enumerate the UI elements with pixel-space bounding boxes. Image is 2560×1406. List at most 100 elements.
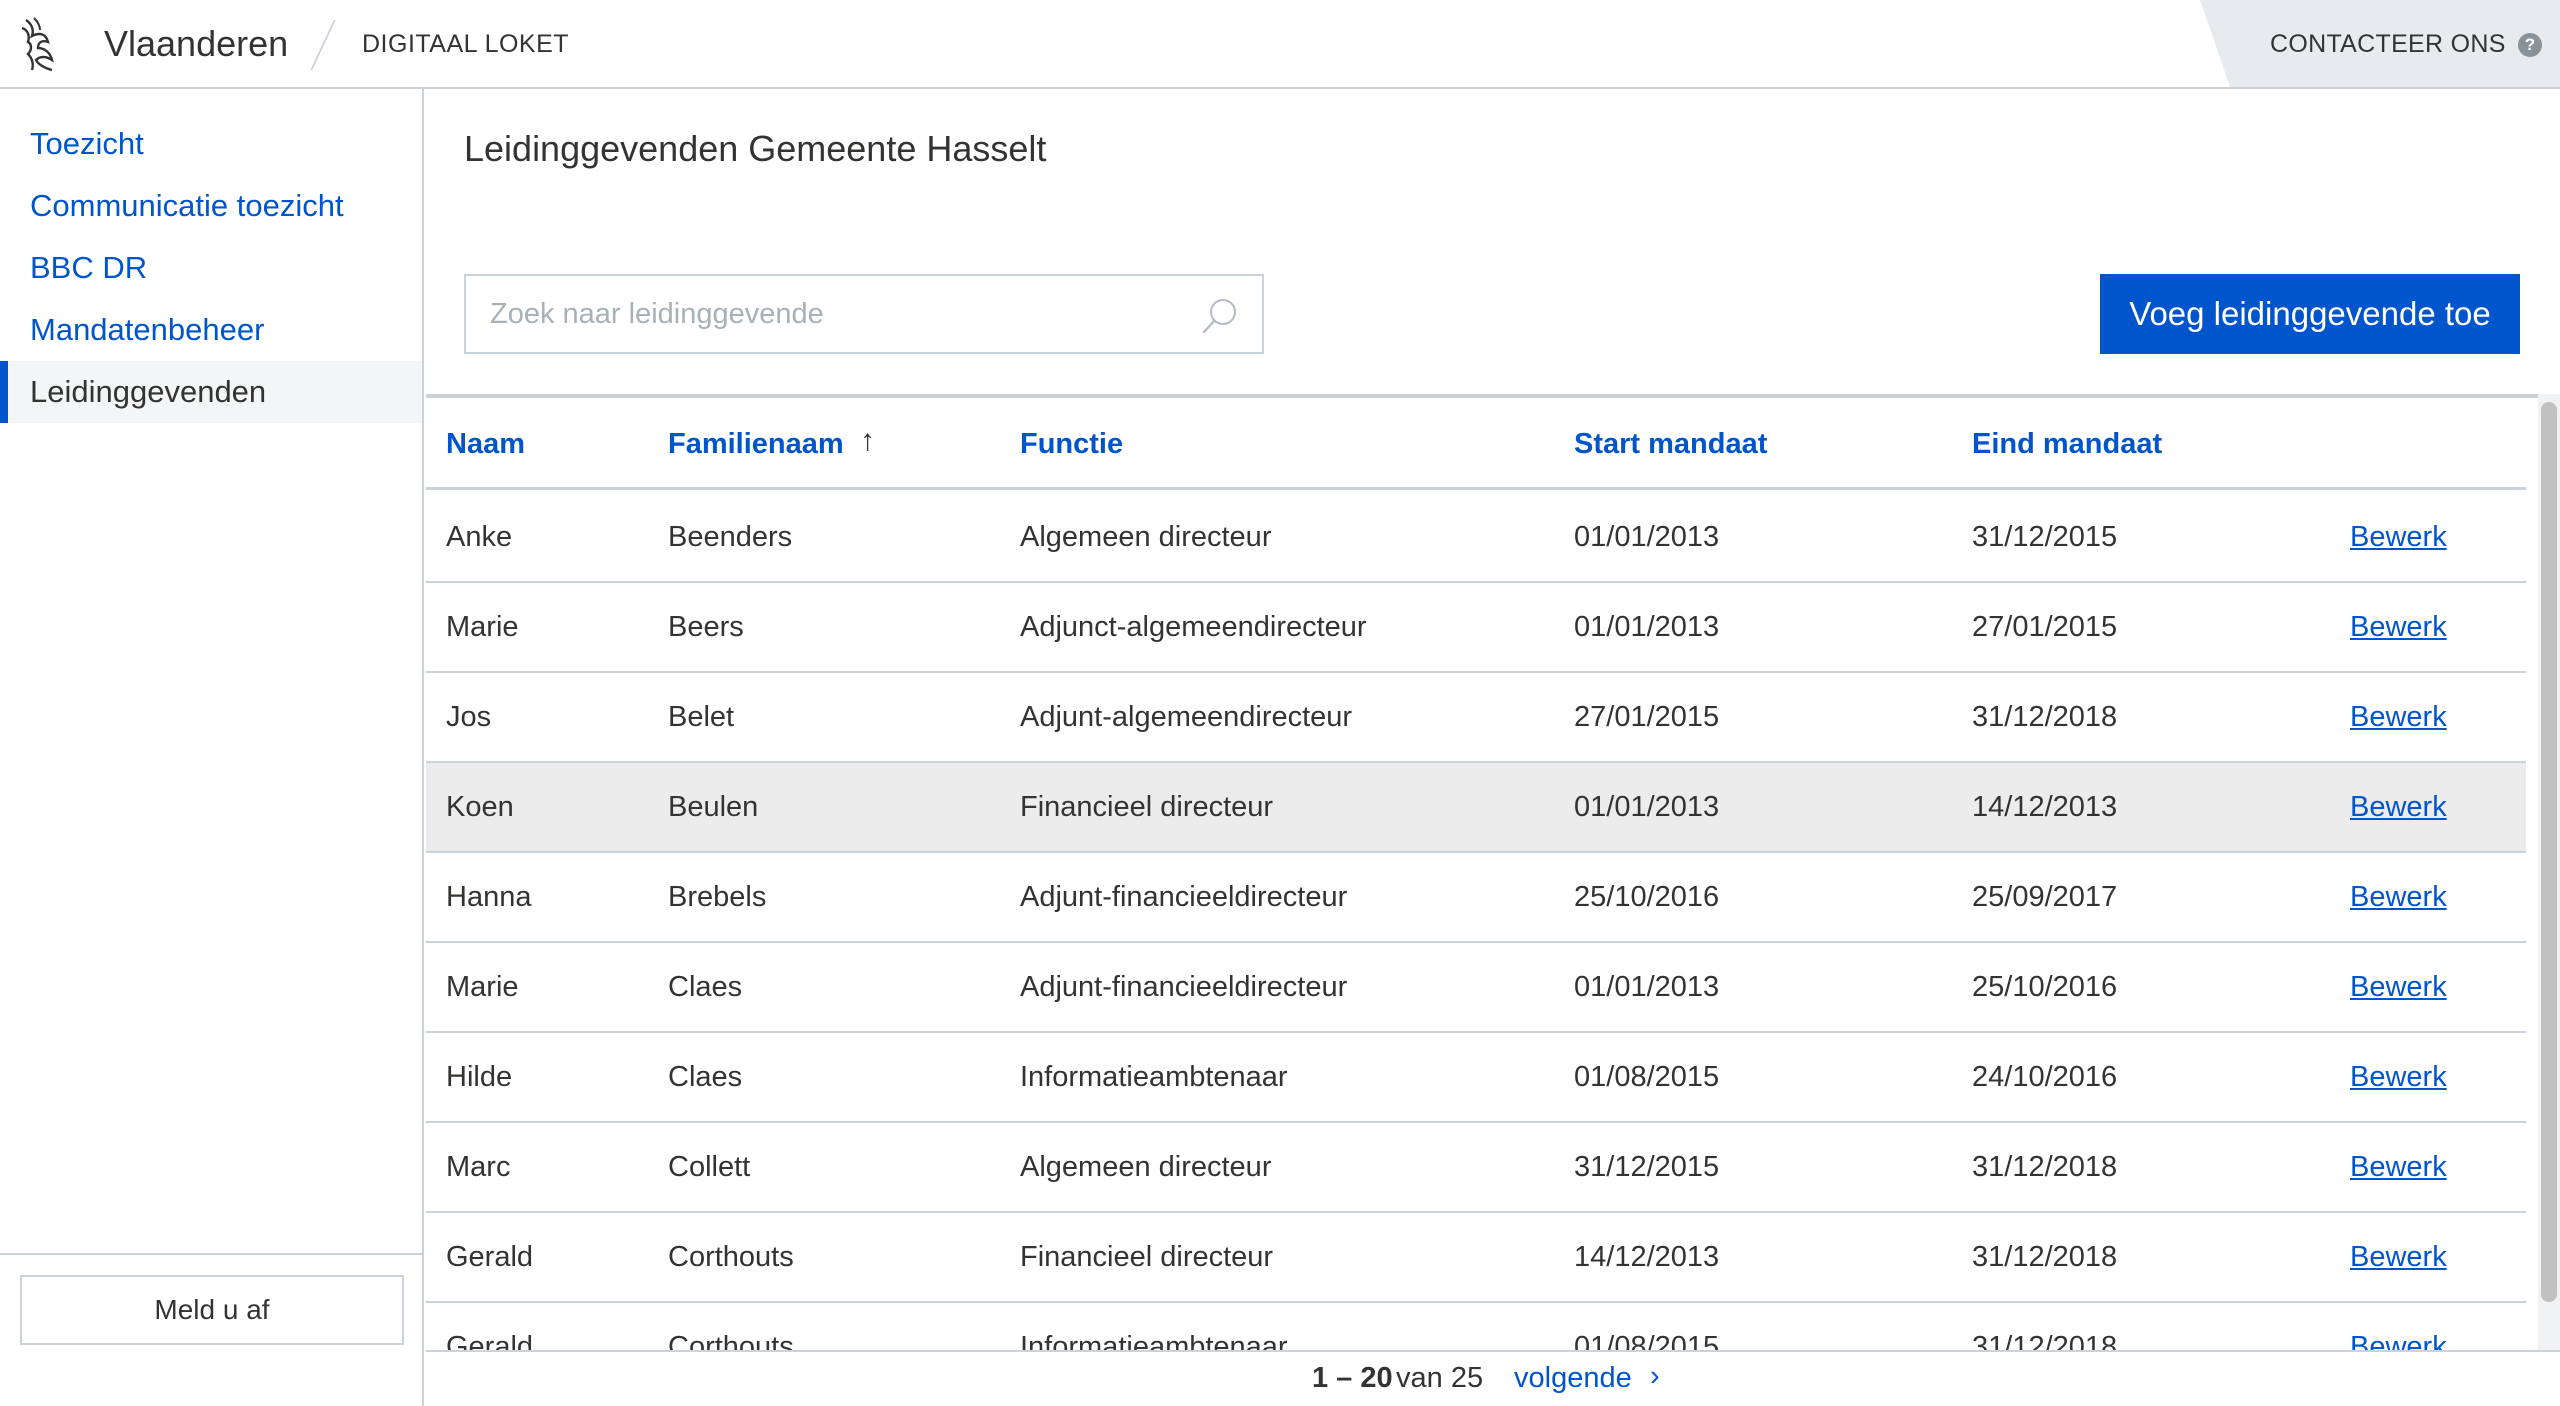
contact-link[interactable]: CONTACTEER ONS (2270, 30, 2506, 59)
cell-naam: Marie (446, 971, 519, 1003)
search-input[interactable] (466, 276, 1166, 352)
edit-link[interactable]: Bewerk (2350, 1241, 2447, 1274)
cell-familienaam: Beulen (668, 791, 759, 823)
cell-start-mandaat: 01/08/2015 (1574, 1061, 1720, 1093)
cell-eind-mandaat: 31/12/2018 (1972, 1241, 2118, 1273)
cell-familienaam: Beenders (668, 521, 793, 553)
cell-functie: Algemeen directeur (1020, 1151, 1272, 1183)
cell-start-mandaat: 01/08/2015 (1574, 1331, 1720, 1350)
sort-ascending-icon[interactable]: ↑ (860, 424, 875, 458)
cell-functie: Informatieambtenaar (1020, 1331, 1288, 1350)
table-row: Hanna Brebels Adjunt-financieeldirecteur… (426, 853, 2526, 943)
table-scrollbar-thumb[interactable] (2541, 402, 2557, 1302)
table-row: Jos Belet Adjunt-algemeendirecteur 27/01… (426, 673, 2526, 763)
sidebar-item-mandatenbeheer[interactable]: Mandatenbeheer (0, 299, 422, 361)
cell-functie: Algemeen directeur (1020, 521, 1272, 553)
cell-start-mandaat: 01/01/2013 (1574, 521, 1720, 553)
sidebar-item-leidinggevenden[interactable]: Leidinggevenden (0, 361, 422, 423)
edit-link[interactable]: Bewerk (2350, 611, 2447, 644)
cell-start-mandaat: 01/01/2013 (1574, 611, 1720, 643)
cell-naam: Marc (446, 1151, 511, 1183)
cell-eind-mandaat: 14/12/2013 (1972, 791, 2118, 823)
cell-start-mandaat: 01/01/2013 (1574, 791, 1720, 823)
edit-link[interactable]: Bewerk (2350, 1061, 2447, 1094)
edit-link[interactable]: Bewerk (2350, 971, 2447, 1004)
app-name[interactable]: DIGITAAL LOKET (362, 30, 569, 59)
cell-start-mandaat: 14/12/2013 (1574, 1241, 1720, 1273)
cell-eind-mandaat: 31/12/2015 (1972, 521, 2118, 553)
cell-start-mandaat: 27/01/2015 (1574, 701, 1720, 733)
table-row: Hilde Claes Informatieambtenaar 01/08/20… (426, 1033, 2526, 1123)
cell-functie: Adjunt-financieeldirecteur (1020, 881, 1348, 913)
cell-start-mandaat: 31/12/2015 (1574, 1151, 1720, 1183)
cell-functie: Adjunt-algemeendirecteur (1020, 701, 1353, 733)
sidebar: Toezicht Communicatie toezicht BBC DR Ma… (0, 89, 424, 1406)
cell-naam: Anke (446, 521, 513, 553)
cell-eind-mandaat: 31/12/2018 (1972, 701, 2118, 733)
table-row: Marc Collett Algemeen directeur 31/12/20… (426, 1123, 2526, 1213)
column-header-start-mandaat[interactable]: Start mandaat (1574, 428, 1767, 461)
cell-naam: Gerald (446, 1331, 534, 1350)
cell-familienaam: Corthouts (668, 1241, 794, 1273)
column-header-familienaam[interactable]: Familienaam (668, 428, 844, 461)
cell-start-mandaat: 01/01/2013 (1574, 971, 1720, 1003)
next-page-link[interactable]: volgende (1514, 1362, 1632, 1395)
table-row: Marie Beers Adjunct-algemeendirecteur 01… (426, 583, 2526, 673)
sidebar-item-communicatie-toezicht[interactable]: Communicatie toezicht (0, 175, 422, 237)
edit-link[interactable]: Bewerk (2350, 1331, 2447, 1350)
logout-button[interactable]: Meld u af (20, 1275, 404, 1345)
cell-familienaam: Beers (668, 611, 744, 643)
column-header-eind-mandaat[interactable]: Eind mandaat (1972, 428, 2162, 461)
cell-familienaam: Claes (668, 1061, 743, 1093)
top-header: Vlaanderen DIGITAAL LOKET CONTACTEER ONS… (0, 0, 2560, 89)
cell-familienaam: Corthouts (668, 1331, 794, 1350)
cell-eind-mandaat: 24/10/2016 (1972, 1061, 2118, 1093)
page-title: Leidinggevenden Gemeente Hasselt (464, 128, 1047, 169)
table-row: Gerald Corthouts Informatieambtenaar 01/… (426, 1303, 2526, 1350)
cell-functie: Financieel directeur (1020, 791, 1274, 823)
edit-link[interactable]: Bewerk (2350, 1151, 2447, 1184)
cell-naam: Jos (446, 701, 492, 733)
help-icon[interactable]: ? (2518, 33, 2542, 57)
leidinggevenden-table: Naam Familienaam ↑ Functie Start mandaat… (426, 394, 2538, 1350)
cell-naam: Hanna (446, 881, 532, 913)
cell-familienaam: Claes (668, 971, 743, 1003)
cell-functie: Adjunt-financieeldirecteur (1020, 971, 1348, 1003)
search-field (464, 274, 1264, 354)
table-row: Marie Claes Adjunt-financieeldirecteur 0… (426, 943, 2526, 1033)
cell-familienaam: Brebels (668, 881, 767, 913)
header-divider (310, 20, 336, 70)
search-icon[interactable] (1200, 296, 1240, 336)
cell-eind-mandaat: 27/01/2015 (1972, 611, 2118, 643)
pagination: 1 – 20 van 25 volgende › (426, 1350, 2560, 1406)
chevron-right-icon[interactable]: › (1650, 1360, 1660, 1393)
column-header-functie[interactable]: Functie (1020, 428, 1123, 461)
column-header-naam[interactable]: Naam (446, 428, 525, 461)
table-row: Gerald Corthouts Financieel directeur 14… (426, 1213, 2526, 1303)
edit-link[interactable]: Bewerk (2350, 881, 2447, 914)
cell-functie: Informatieambtenaar (1020, 1061, 1288, 1093)
vlaanderen-lion-logo-icon[interactable] (18, 14, 60, 74)
sidebar-divider (0, 1253, 422, 1255)
cell-naam: Koen (446, 791, 514, 823)
table-row: Anke Beenders Algemeen directeur 01/01/2… (426, 493, 2526, 583)
cell-naam: Hilde (446, 1061, 513, 1093)
cell-familienaam: Belet (668, 701, 735, 733)
add-leidinggevende-button[interactable]: Voeg leidinggevende toe (2100, 274, 2520, 354)
cell-naam: Gerald (446, 1241, 534, 1273)
brand-name[interactable]: Vlaanderen (104, 23, 288, 65)
table-header: Naam Familienaam ↑ Functie Start mandaat… (426, 398, 2526, 490)
cell-eind-mandaat: 31/12/2018 (1972, 1331, 2118, 1350)
cell-eind-mandaat: 31/12/2018 (1972, 1151, 2118, 1183)
edit-link[interactable]: Bewerk (2350, 791, 2447, 824)
edit-link[interactable]: Bewerk (2350, 701, 2447, 734)
cell-functie: Financieel directeur (1020, 1241, 1274, 1273)
sidebar-item-bbc-dr[interactable]: BBC DR (0, 237, 422, 299)
pagination-range: 1 – 20 (1312, 1362, 1393, 1394)
cell-start-mandaat: 25/10/2016 (1574, 881, 1720, 913)
edit-link[interactable]: Bewerk (2350, 521, 2447, 554)
cell-naam: Marie (446, 611, 519, 643)
cell-functie: Adjunct-algemeendirecteur (1020, 611, 1367, 643)
table-row-hovered: Koen Beulen Financieel directeur 01/01/2… (426, 763, 2526, 853)
sidebar-item-toezicht[interactable]: Toezicht (0, 113, 422, 175)
